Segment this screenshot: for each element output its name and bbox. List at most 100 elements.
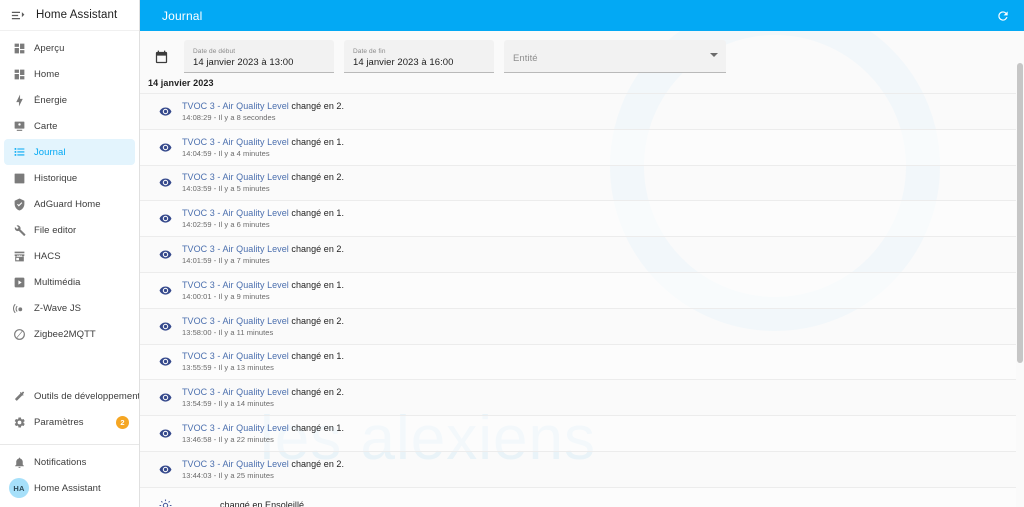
journal-entry[interactable]: TVOC 3 - Air Quality Level changé en 1. 1… (140, 201, 1024, 238)
journal-entry-time: 14:02:59 - Il y a 6 minutes (182, 220, 270, 230)
journal-entry-body: TVOC 3 - Air Quality Level changé en 2. 1… (182, 387, 344, 408)
hammer-icon (4, 390, 34, 403)
status-badge: 2 (116, 415, 129, 429)
journal-entry-time: 14:03:59 - Il y a 5 minutes (182, 184, 270, 194)
refresh-icon[interactable] (992, 5, 1014, 27)
sidebar-item-z-wave-js[interactable]: Z-Wave JS (4, 295, 135, 321)
sidebar-item-file-editor[interactable]: File editor (4, 217, 135, 243)
cog-icon (4, 416, 34, 429)
entity-link[interactable]: TVOC 3 - Air Quality Level (182, 172, 289, 182)
start-date-value: 14 janvier 2023 à 13:00 (193, 57, 294, 68)
page-title: Journal (162, 8, 203, 23)
end-date-field[interactable]: Date de fin 14 janvier 2023 à 16:00 (344, 40, 494, 73)
journal-entry[interactable]: TVOC 3 - Air Quality Level changé en 2. 1… (140, 452, 1024, 488)
entity-link[interactable]: TVOC 3 - Air Quality Level (182, 280, 289, 290)
journal-entry[interactable]: TVOC 3 - Air Quality Level changé en 2. 1… (140, 237, 1024, 273)
journal-entry-name[interactable]: TVOC 3 - Air Quality Level changé en 2. (182, 101, 344, 111)
journal-entry[interactable]: TVOC 3 - Air Quality Level changé en 2. 1… (140, 309, 1024, 345)
eye-icon[interactable] (148, 141, 182, 154)
journal-entry-state: changé en 1. (288, 351, 345, 362)
calendar-icon[interactable] (148, 41, 174, 73)
journal-entry-time: 14:01:59 - Il y a 7 minutes (182, 256, 270, 266)
journal-entry[interactable]: TVOC 3 - Air Quality Level changé en 1. 1… (140, 344, 1024, 381)
sidebar-item-label: Multimédia (34, 276, 81, 288)
sidebar-item-multimedia[interactable]: Multimédia (4, 269, 135, 295)
journal-entry-partial[interactable]: changé en Ensoleillé. (140, 487, 1024, 507)
eye-icon[interactable] (148, 212, 182, 225)
sidebar-item-home[interactable]: Home (4, 61, 135, 87)
sidebar-item-adguard-home[interactable]: AdGuard Home (4, 191, 135, 217)
eye-icon[interactable] (148, 320, 182, 333)
start-date-field[interactable]: Date de début 14 janvier 2023 à 13:00 (184, 40, 334, 73)
journal-entry-name[interactable]: TVOC 3 - Air Quality Level changé en 1. (182, 280, 344, 290)
journal-entry-body: TVOC 3 - Air Quality Level changé en 2. 1… (182, 316, 344, 337)
bell-icon (4, 456, 34, 469)
journal-entry-name[interactable]: TVOC 3 - Air Quality Level changé en 2. (182, 244, 344, 254)
chevron-down-icon[interactable] (710, 53, 718, 57)
sidebar-item-label: Home (34, 68, 60, 80)
entity-link[interactable]: TVOC 3 - Air Quality Level (182, 208, 289, 218)
format-list-icon (4, 146, 34, 159)
journal-entry[interactable]: TVOC 3 - Air Quality Level changé en 2. 1… (140, 166, 1024, 202)
sidebar-item-label: Z-Wave JS (34, 302, 82, 314)
sidebar-item-apercu[interactable]: Aperçu (4, 35, 135, 61)
menu-open-icon[interactable] (6, 4, 28, 26)
sidebar-item-energie[interactable]: Énergie (4, 87, 135, 113)
entity-link[interactable]: TVOC 3 - Air Quality Level (182, 316, 289, 326)
sidebar-item-carte[interactable]: Carte (4, 113, 135, 139)
sidebar-item-user-profile[interactable]: HA Home Assistant (4, 475, 135, 501)
journal-entry-name[interactable]: TVOC 3 - Air Quality Level changé en 1. (182, 137, 344, 147)
journal-entry-name[interactable]: TVOC 3 - Air Quality Level changé en 1. (182, 351, 344, 361)
entity-link[interactable]: TVOC 3 - Air Quality Level (182, 101, 289, 111)
journal-entry-name[interactable]: TVOC 3 - Air Quality Level changé en 1. (182, 208, 344, 218)
avatar: HA (4, 478, 34, 498)
sidebar-item-label: File editor (34, 224, 77, 236)
sidebar-item-hacs[interactable]: HACS (4, 243, 135, 269)
journal-entry-time: 13:46:58 - Il y a 22 minutes (182, 435, 274, 445)
sidebar-item-journal[interactable]: Journal (4, 139, 135, 165)
eye-icon[interactable] (148, 427, 182, 440)
eye-icon[interactable] (148, 391, 182, 404)
sidebar-item-zigbee2mqtt[interactable]: Zigbee2MQTT (4, 321, 135, 347)
journal-entry[interactable]: TVOC 3 - Air Quality Level changé en 2. 1… (140, 94, 1024, 130)
sidebar-item-parametres[interactable]: Paramètres 2 (4, 409, 135, 435)
eye-icon[interactable] (148, 284, 182, 297)
sidebar-item-label: Notifications (34, 456, 87, 468)
entity-link[interactable]: TVOC 3 - Air Quality Level (182, 137, 289, 147)
entity-picker[interactable]: Entité (504, 40, 726, 73)
journal-entry-name[interactable]: TVOC 3 - Air Quality Level changé en 2. (182, 387, 344, 397)
eye-icon[interactable] (148, 355, 182, 368)
journal-entry[interactable]: TVOC 3 - Air Quality Level changé en 1. 1… (140, 272, 1024, 309)
eye-icon[interactable] (148, 105, 182, 118)
eye-icon[interactable] (148, 248, 182, 261)
sidebar-item-notifications[interactable]: Notifications (4, 449, 135, 475)
journal-entry-name[interactable]: TVOC 3 - Air Quality Level changé en 2. (182, 316, 344, 326)
journal-entry-name[interactable]: TVOC 3 - Air Quality Level changé en 2. (182, 172, 344, 182)
journal-entry[interactable]: TVOC 3 - Air Quality Level changé en 1. 1… (140, 129, 1024, 166)
entity-link[interactable]: TVOC 3 - Air Quality Level (182, 423, 289, 433)
scrollbar-thumb[interactable] (1017, 63, 1023, 363)
sidebar-item-outils-de-developpement[interactable]: Outils de développement (4, 383, 139, 409)
journal-entry-state: changé en 2. (288, 387, 345, 398)
entity-link[interactable]: TVOC 3 - Air Quality Level (182, 459, 289, 469)
journal-entry[interactable]: TVOC 3 - Air Quality Level changé en 2. 1… (140, 380, 1024, 417)
wrench-icon (4, 224, 34, 237)
eye-icon[interactable] (148, 463, 182, 476)
journal-entry-body: TVOC 3 - Air Quality Level changé en 1. 1… (182, 137, 344, 158)
sun-icon[interactable] (148, 499, 182, 507)
journal-entry-name[interactable]: TVOC 3 - Air Quality Level changé en 1. (182, 423, 344, 433)
sidebar-nav: Aperçu Home Énergie Carte Journal Histor… (0, 31, 139, 438)
entity-link[interactable]: TVOC 3 - Air Quality Level (182, 387, 289, 397)
entity-link[interactable]: TVOC 3 - Air Quality Level (182, 244, 289, 254)
view-dashboard-icon (4, 68, 34, 81)
journal-entry[interactable]: TVOC 3 - Air Quality Level changé en 1. 1… (140, 416, 1024, 452)
journal-entry-name[interactable]: TVOC 3 - Air Quality Level changé en 2. (182, 459, 344, 469)
start-date-label: Date de début (193, 48, 236, 55)
sidebar-item-historique[interactable]: Historique (4, 165, 135, 191)
z-wave-icon (4, 302, 34, 315)
entity-link[interactable]: TVOC 3 - Air Quality Level (182, 351, 289, 361)
sidebar-item-label: Historique (34, 172, 78, 184)
scrollbar[interactable] (1016, 31, 1024, 507)
sidebar-item-label: Zigbee2MQTT (34, 328, 96, 340)
eye-icon[interactable] (148, 176, 182, 189)
